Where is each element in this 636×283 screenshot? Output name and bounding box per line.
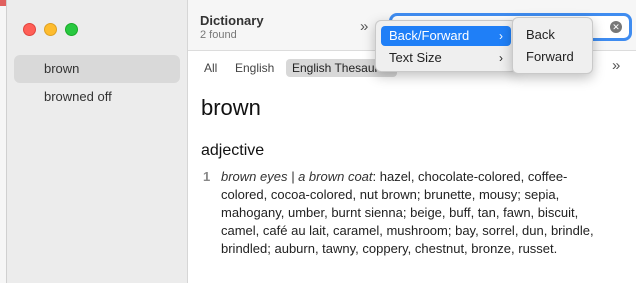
double-chevron-right-icon[interactable]: » bbox=[360, 18, 368, 35]
window-controls bbox=[23, 23, 78, 36]
results-count: 2 found bbox=[200, 29, 237, 41]
sidebar: brown browned off bbox=[7, 0, 188, 283]
clear-search-icon[interactable]: ✕ bbox=[610, 21, 622, 33]
zoom-window-button[interactable] bbox=[65, 23, 78, 36]
part-of-speech: adjective bbox=[201, 142, 265, 159]
menu-item-label: Back/Forward bbox=[389, 28, 470, 43]
close-window-button[interactable] bbox=[23, 23, 36, 36]
headword: brown bbox=[201, 95, 261, 120]
entry-content: brown adjective 1 brown eyes | a brown c… bbox=[201, 95, 627, 256]
back-forward-submenu: Back Forward bbox=[512, 17, 593, 74]
context-menu: Back/Forward › Text Size › bbox=[375, 20, 517, 72]
menu-item-back-forward[interactable]: Back/Forward › bbox=[381, 26, 511, 46]
menu-item-forward[interactable]: Forward bbox=[518, 47, 587, 67]
double-chevron-right-icon[interactable]: » bbox=[612, 57, 620, 74]
definition: 1 brown eyes | a brown coat: hazel, choc… bbox=[203, 168, 601, 258]
header-title: Dictionary bbox=[200, 13, 264, 28]
minimize-window-button[interactable] bbox=[44, 23, 57, 36]
submenu-arrow-icon: › bbox=[499, 29, 503, 43]
menu-item-back[interactable]: Back bbox=[518, 25, 587, 45]
submenu-arrow-icon: › bbox=[499, 51, 503, 65]
tab-english[interactable]: English bbox=[229, 59, 280, 77]
dictionary-window: brown browned off Dictionary 2 found » A… bbox=[6, 0, 636, 283]
example-text: brown eyes | a brown coat bbox=[221, 169, 373, 184]
tab-all[interactable]: All bbox=[198, 59, 223, 77]
menu-item-label: Text Size bbox=[389, 50, 442, 65]
sidebar-item-brown[interactable]: brown bbox=[14, 55, 180, 83]
sense-number: 1 bbox=[203, 169, 211, 184]
sidebar-item-browned-off[interactable]: browned off bbox=[14, 83, 180, 111]
menu-item-text-size[interactable]: Text Size › bbox=[381, 48, 511, 68]
